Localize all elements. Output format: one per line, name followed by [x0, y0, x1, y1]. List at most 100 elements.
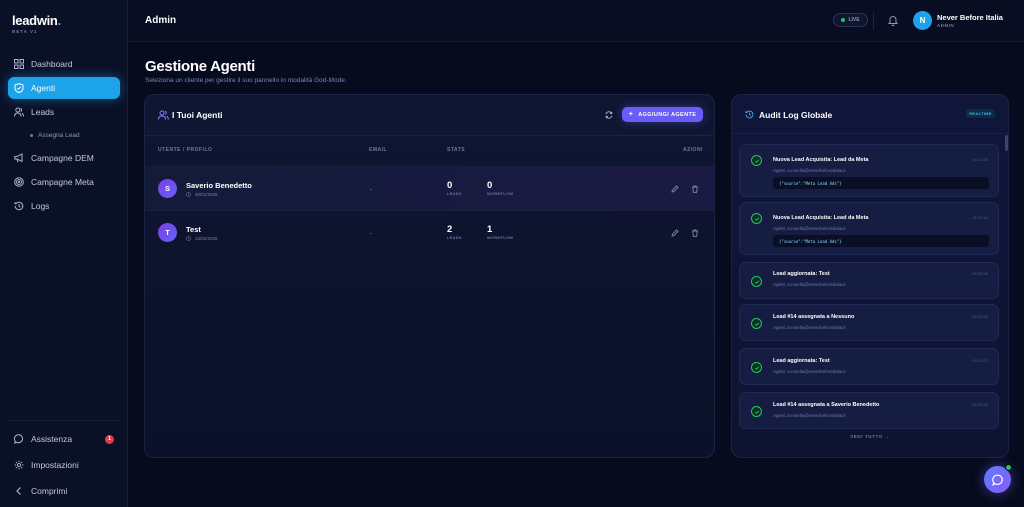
sidebar-item-impostazioni[interactable]: Impostazioni: [8, 453, 120, 477]
table-row[interactable]: S Saverio Benedetto 30/01/2025 - 0 LEADS…: [145, 166, 714, 210]
sidebar-nav: Dashboard Agenti Leads Assegna Lead Camp…: [8, 53, 120, 219]
sidebar-subitem-label: Assegna Lead: [38, 131, 80, 139]
log-time: 09:28:58: [972, 271, 988, 276]
agent-date: 13/02/2025: [186, 236, 218, 241]
column-header-email: EMAIL: [369, 147, 388, 153]
sidebar-subitem-assegna-lead[interactable]: Assegna Lead: [8, 125, 120, 145]
grid-icon: [14, 59, 24, 69]
see-all-link[interactable]: VEDI TUTTO →: [732, 434, 1008, 439]
logo-subtitle: BETA V1: [12, 29, 38, 34]
history-icon: [745, 110, 754, 119]
log-time: 21:03:41: [972, 215, 988, 220]
sidebar-item-dashboard[interactable]: Dashboard: [8, 53, 120, 75]
log-agent: Agent: a.rosella@neverbeforeitalia.it: [773, 282, 846, 287]
add-agent-button[interactable]: + AGGIUNGI AGENTE: [622, 107, 703, 122]
online-dot: [1005, 464, 1012, 471]
sidebar-item-label: Agenti: [31, 83, 56, 93]
users-icon: [158, 110, 169, 120]
sidebar-item-assistenza[interactable]: Assistenza 1: [8, 427, 120, 451]
bullet-icon: [30, 133, 33, 137]
leads-label: LEADS: [447, 236, 462, 240]
log-entry[interactable]: Lead aggiornata: Test Agent: a.rosella@n…: [739, 348, 999, 385]
log-payload: {"source":"Meta Lead Ads"}: [773, 177, 989, 189]
trash-icon[interactable]: [691, 229, 699, 237]
log-entry[interactable]: Nuova Lead Acquisita: Lead da Meta Agent…: [739, 202, 999, 255]
workflow-label: WORKFLOW: [487, 192, 514, 196]
edit-icon[interactable]: [671, 229, 679, 237]
agent-email: -: [370, 186, 373, 193]
agents-panel: I Tuoi Agenti + AGGIUNGI AGENTE UTENTE /…: [144, 94, 715, 458]
sidebar-collapse-button[interactable]: Comprimi: [8, 479, 120, 503]
log-time: 09:20:18: [972, 402, 988, 407]
log-entry[interactable]: Nuova Lead Acquisita: Lead da Meta Agent…: [739, 144, 999, 197]
agent-date-text: 30/01/2025: [195, 192, 218, 197]
audit-log-title: Audit Log Globale: [759, 110, 833, 120]
sidebar-item-campagne-meta[interactable]: Campagne Meta: [8, 171, 120, 193]
refresh-icon[interactable]: [605, 111, 613, 119]
check-icon: [751, 318, 762, 329]
chevron-left-icon: [16, 487, 21, 495]
logo[interactable]: leadwin. BETA V1: [12, 13, 61, 34]
sidebar-item-label: Logs: [31, 201, 50, 211]
sidebar-item-label: Dashboard: [31, 59, 73, 69]
add-agent-label: AGGIUNGI AGENTE: [638, 111, 697, 118]
agent-avatar: S: [158, 179, 177, 198]
topbar: Admin LIVE N Never Before Italia ADMIN: [128, 0, 1024, 42]
sidebar-item-label: Campagne Meta: [31, 177, 94, 187]
sidebar-item-leads[interactable]: Leads: [8, 101, 120, 123]
table-row[interactable]: T Test 13/02/2025 - 2 LEADS 1 WORKFLOW: [145, 210, 714, 254]
user-name[interactable]: Never Before Italia: [937, 13, 1003, 22]
log-time: 09:12:38: [972, 157, 988, 162]
bell-icon[interactable]: [888, 15, 898, 26]
log-title: Lead #14 assegnata a Saverio Benedetto: [773, 402, 880, 408]
notification-badge: 1: [105, 434, 114, 444]
scrollbar-thumb[interactable]: [1005, 135, 1008, 151]
workflow-stat: 1 WORKFLOW: [487, 224, 513, 240]
check-icon: [751, 362, 762, 373]
sidebar-item-logs[interactable]: Logs: [8, 195, 120, 217]
log-time: 09:20:25: [972, 314, 988, 319]
live-label: LIVE: [848, 17, 860, 23]
agent-name: Saverio Benedetto: [186, 181, 252, 190]
log-agent: Agent: a.rosella@neverbeforeitalia.it: [773, 168, 846, 173]
log-time: 09:20:22: [972, 358, 988, 363]
gear-icon: [14, 460, 24, 470]
log-title: Lead aggiornata: Test: [773, 271, 830, 277]
agents-panel-title: I Tuoi Agenti: [172, 110, 223, 120]
page-title: Gestione Agenti: [145, 58, 255, 75]
trash-icon[interactable]: [691, 185, 699, 193]
users-icon: [14, 107, 24, 117]
log-title: Nuova Lead Acquisita: Lead da Meta: [773, 157, 869, 163]
log-title: Lead #14 assegnata a Nessuno: [773, 314, 855, 320]
logo-dot: .: [57, 13, 62, 28]
workflow-count: 1: [487, 224, 493, 235]
sidebar-item-campagne-dem[interactable]: Campagne DEM: [8, 147, 120, 169]
agent-name: Test: [186, 225, 201, 234]
avatar[interactable]: N: [913, 11, 932, 30]
sidebar-item-label: Campagne DEM: [31, 153, 94, 163]
log-entry[interactable]: Lead #14 assegnata a Saverio Benedetto A…: [739, 392, 999, 429]
log-entry[interactable]: Lead aggiornata: Test Agent: a.rosella@n…: [739, 262, 999, 299]
edit-icon[interactable]: [671, 185, 679, 193]
divider: [873, 12, 874, 30]
check-icon: [751, 276, 762, 287]
log-agent: Agent: a.rosella@neverbeforeitalia.it: [773, 226, 846, 231]
audit-log-header: Audit Log Globale REALTIME: [732, 95, 1008, 134]
agent-email: -: [370, 230, 373, 237]
sidebar-bottom: Assistenza 1 Impostazioni Comprimi: [8, 420, 120, 505]
sidebar-item-label: Comprimi: [31, 486, 68, 496]
clock-icon: [186, 192, 191, 197]
chat-bubble-icon: [14, 434, 23, 444]
log-entry[interactable]: Lead #14 assegnata a Nessuno Agent: a.ro…: [739, 304, 999, 341]
log-payload: {"source":"Meta Lead Ads"}: [773, 235, 989, 247]
check-icon: [751, 213, 762, 224]
realtime-badge: REALTIME: [966, 109, 995, 118]
workflow-label: WORKFLOW: [487, 236, 514, 240]
leads-count: 0: [447, 180, 453, 191]
sidebar-item-agenti[interactable]: Agenti: [8, 77, 120, 99]
logo-text: leadwin: [12, 13, 58, 28]
agent-date-text: 13/02/2025: [195, 236, 218, 241]
scrollbar[interactable]: [1005, 135, 1008, 423]
user-role: ADMIN: [937, 23, 955, 28]
target-icon: [14, 177, 24, 187]
